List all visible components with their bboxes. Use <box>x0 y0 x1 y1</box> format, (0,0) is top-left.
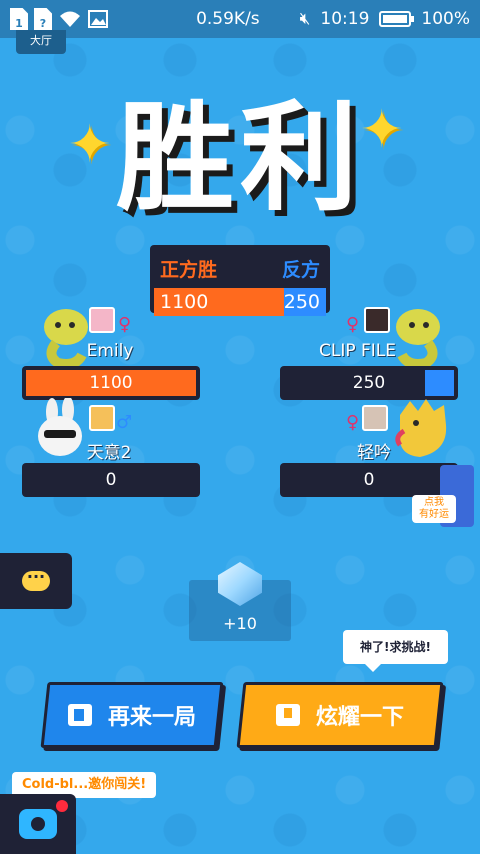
status-left: 1 ? <box>10 8 108 30</box>
battery-icon <box>379 11 415 27</box>
left-team-score: 1100 <box>154 288 284 316</box>
wifi-icon <box>60 11 80 27</box>
hall-tab[interactable]: 大厅 <box>16 30 66 54</box>
chat-button[interactable]: ··· <box>0 553 72 609</box>
share-icon <box>275 704 300 726</box>
team-score-bar: 1100 250 <box>154 288 326 316</box>
replay-icon <box>67 704 92 726</box>
share-label: 炫耀一下 <box>315 705 404 730</box>
camera-icon <box>19 809 57 839</box>
network-speed: 0.59K/s <box>196 9 260 29</box>
sim1-icon: 1 <box>10 8 28 30</box>
male-icon: ♂ <box>116 412 133 433</box>
player3-score-bar: 0 <box>22 463 200 497</box>
reward-value: +10 <box>223 614 257 633</box>
team-score-panel: 正方胜 反方 1100 250 <box>150 245 330 316</box>
player3-score: 0 <box>105 470 117 490</box>
clock: 10:19 <box>320 9 370 29</box>
right-team-score: 250 <box>283 288 326 316</box>
female-icon: ♀ <box>118 314 132 335</box>
player4-score: 0 <box>363 470 375 490</box>
player1-name: Emily <box>86 341 134 361</box>
notification-dot <box>56 800 68 812</box>
sim2-icon: ? <box>34 8 52 30</box>
lucky-badge-line2: 有好运 <box>419 509 449 520</box>
player2-name: CLIP FILE <box>318 341 396 361</box>
friends-button[interactable] <box>0 794 76 854</box>
player4-name: 轻吟 <box>357 443 391 463</box>
challenge-tip: 神了!求挑战! <box>343 630 448 672</box>
mute-icon: 🔇︎ <box>299 9 311 29</box>
player2-score: 250 <box>352 373 386 393</box>
female-icon: ♀ <box>346 412 360 433</box>
lucky-badge-line1: 点我 <box>424 497 444 508</box>
left-team-label: 正方胜 <box>160 259 218 281</box>
player1-score: 1100 <box>89 373 133 393</box>
lucky-badge[interactable]: 点我 有好运 <box>412 495 456 523</box>
battery-level: 100% <box>421 9 470 29</box>
status-bar: 1 ? 0.59K/s 🔇︎ 10:19 100% <box>0 0 480 38</box>
player1-avatar[interactable] <box>89 307 115 333</box>
right-team-label: 反方 <box>281 259 320 281</box>
play-again-button[interactable]: 再来一局 <box>40 682 224 748</box>
player2-avatar[interactable] <box>364 307 390 333</box>
team-labels: 正方胜 反方 <box>154 249 326 282</box>
play-again-label: 再来一局 <box>107 705 196 730</box>
share-button[interactable]: 炫耀一下 <box>236 682 444 748</box>
player3-name: 天意2 <box>86 443 132 463</box>
chat-bubble-icon: ··· <box>22 569 50 591</box>
result-title: 胜利 <box>115 89 364 227</box>
player3-avatar[interactable] <box>89 405 115 431</box>
player1-score-bar: 1100 <box>22 366 200 400</box>
player4-score-bar: 0 <box>280 463 458 497</box>
image-icon <box>88 10 108 28</box>
player4-avatar[interactable] <box>362 405 388 431</box>
status-right: 0.59K/s 🔇︎ 10:19 100% <box>196 9 470 29</box>
female-icon: ♀ <box>346 314 360 335</box>
